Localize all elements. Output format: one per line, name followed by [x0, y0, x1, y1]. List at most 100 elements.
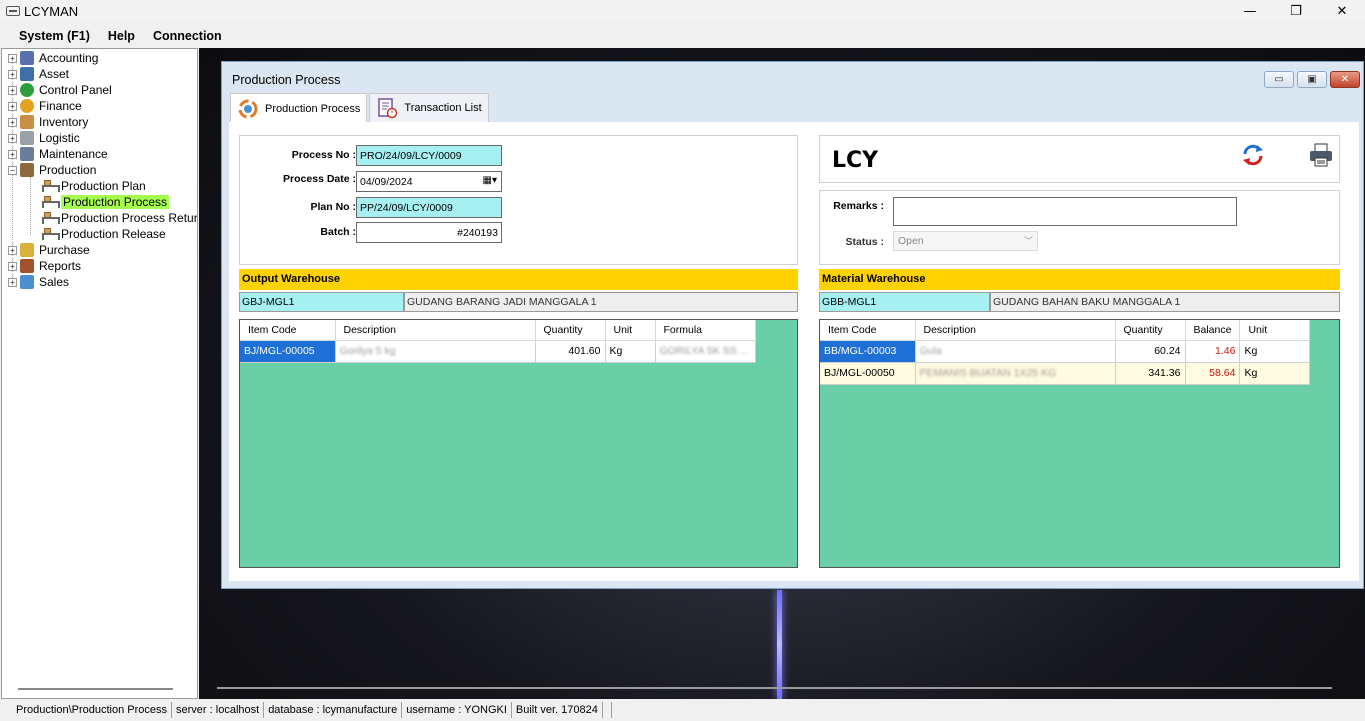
finance-icon	[20, 99, 34, 113]
quantity-cell[interactable]: 60.24	[1115, 340, 1186, 363]
tree-item-reports[interactable]: + Reports	[8, 258, 81, 274]
expand-icon[interactable]: +	[8, 101, 17, 111]
menu-system[interactable]: System (F1)	[19, 29, 90, 43]
mdi-horizontal-scrollbar[interactable]	[217, 687, 1332, 689]
balance-cell[interactable]: 58.64	[1185, 362, 1241, 385]
tree-item-production-process[interactable]: Production Process	[42, 194, 170, 210]
unit-cell[interactable]: Kg	[1239, 340, 1311, 363]
description-cell[interactable]: Gula	[915, 340, 1116, 363]
output-warehouse-code[interactable]: GBJ-MGL1	[239, 292, 404, 312]
calendar-dropdown-icon[interactable]: ▦▾	[483, 175, 497, 186]
column-header[interactable]: Quantity	[535, 320, 606, 341]
formula-cell[interactable]: GORILYA 5K SS ...	[655, 340, 756, 363]
tree-item-inventory[interactable]: + Inventory	[8, 114, 88, 130]
column-header[interactable]: Item Code	[820, 320, 916, 341]
process-date-picker[interactable]: 04/09/2024 ▦▾	[356, 171, 502, 192]
status-build: Built ver. 170824	[512, 702, 603, 718]
quantity-cell[interactable]: 341.36	[1115, 362, 1186, 385]
production-process-icon	[42, 195, 60, 209]
tree-item-asset[interactable]: + Asset	[8, 66, 69, 82]
item-code-cell[interactable]: BB/MGL-00003	[820, 340, 916, 363]
tree-item-production-plan[interactable]: Production Plan	[42, 178, 146, 194]
description-cell[interactable]: Gorilya 5 kg	[335, 340, 536, 363]
material-warehouse-code[interactable]: GBB-MGL1	[819, 292, 990, 312]
title-bar: LCYMAN — ❐ ✕	[0, 0, 1365, 22]
child-maximize-button[interactable]: ▣	[1297, 71, 1327, 88]
menu-help[interactable]: Help	[108, 29, 135, 43]
tree-item-production-release[interactable]: Production Release	[42, 226, 166, 242]
tree-item-finance[interactable]: + Finance	[8, 98, 82, 114]
tree-connector	[30, 177, 31, 235]
item-code-cell[interactable]: BJ/MGL-00050	[820, 362, 916, 385]
expand-icon[interactable]: +	[8, 133, 17, 143]
tree-item-production-process-return[interactable]: Production Process Return	[42, 210, 197, 226]
expand-icon[interactable]: +	[8, 277, 17, 287]
logistic-icon	[20, 131, 34, 145]
tree-item-control-panel[interactable]: + Control Panel	[8, 82, 112, 98]
expand-icon[interactable]: +	[8, 245, 17, 255]
material-warehouse-name[interactable]: GUDANG BAHAN BAKU MANGGALA 1	[990, 292, 1340, 312]
column-header[interactable]: Description	[335, 320, 536, 341]
print-icon[interactable]	[1308, 142, 1334, 171]
expand-icon[interactable]: +	[8, 261, 17, 271]
tree-item-production[interactable]: − Production	[8, 162, 96, 178]
output-warehouse-name[interactable]: GUDANG BARANG JADI MANGGALA 1	[404, 292, 798, 312]
column-header[interactable]: Formula	[655, 320, 756, 341]
plan-no-field[interactable]: PP/24/09/LCY/0009	[356, 197, 502, 218]
tree-item-sales[interactable]: + Sales	[8, 274, 69, 290]
table-row[interactable]: BJ/MGL-00005 Gorilya 5 kg 401.60 Kg GORI…	[240, 340, 756, 363]
column-header[interactable]: Item Code	[240, 320, 336, 341]
child-close-button[interactable]: ✕	[1330, 71, 1360, 88]
quantity-cell[interactable]: 401.60	[535, 340, 606, 363]
column-header[interactable]: Description	[915, 320, 1116, 341]
description-text: PEMANIS BUATAN 1X25 KG	[919, 367, 1057, 379]
expand-icon[interactable]: +	[8, 85, 17, 95]
collapse-icon[interactable]: −	[8, 165, 17, 175]
table-row[interactable]: BB/MGL-00003 Gula 60.24 1.46 Kg	[820, 340, 1311, 363]
tree-item-label: Accounting	[39, 51, 99, 65]
output-items-grid[interactable]: Item Code Description Quantity Unit Form…	[239, 319, 798, 568]
unit-cell[interactable]: Kg	[605, 340, 656, 363]
menu-connection[interactable]: Connection	[153, 29, 222, 43]
column-header[interactable]: Unit	[1239, 320, 1311, 341]
tree-horizontal-scrollbar[interactable]	[18, 688, 173, 690]
refresh-icon[interactable]	[1240, 142, 1266, 171]
minimize-button[interactable]: —	[1227, 0, 1273, 22]
tree-item-label: Purchase	[39, 243, 90, 257]
status-select[interactable]: Open ﹀	[893, 231, 1038, 251]
tab-production-process[interactable]: Production Process	[230, 93, 368, 124]
description-text: Gula	[919, 345, 942, 357]
expand-icon[interactable]: +	[8, 53, 17, 63]
tab-transaction-list[interactable]: Transaction List	[369, 93, 489, 122]
window-controls: — ❐ ✕	[1227, 0, 1365, 22]
item-code-cell[interactable]: BJ/MGL-00005	[240, 340, 336, 363]
restore-button[interactable]: ❐	[1273, 0, 1319, 22]
process-header-panel: Process No : PRO/24/09/LCY/0009 Process …	[239, 135, 798, 265]
expand-icon[interactable]: +	[8, 117, 17, 127]
process-no-field[interactable]: PRO/24/09/LCY/0009	[356, 145, 502, 166]
close-button[interactable]: ✕	[1319, 0, 1365, 22]
remarks-panel: Remarks : Status : Open ﹀	[819, 190, 1340, 265]
status-server: server : localhost	[172, 702, 265, 718]
output-items-table: Item Code Description Quantity Unit Form…	[240, 320, 756, 363]
table-row[interactable]: BJ/MGL-00050 PEMANIS BUATAN 1X25 KG 341.…	[820, 362, 1311, 385]
description-cell[interactable]: PEMANIS BUATAN 1X25 KG	[915, 362, 1116, 385]
expand-icon[interactable]: +	[8, 149, 17, 159]
batch-field[interactable]: #240193	[356, 222, 502, 243]
tree-item-logistic[interactable]: + Logistic	[8, 130, 80, 146]
child-minimize-button[interactable]: ▭	[1264, 71, 1294, 88]
unit-cell[interactable]: Kg	[1239, 362, 1311, 385]
production-release-icon	[42, 227, 60, 241]
balance-cell[interactable]: 1.46	[1185, 340, 1241, 363]
remarks-input[interactable]	[893, 197, 1237, 226]
column-header[interactable]: Quantity	[1115, 320, 1186, 341]
tree-item-maintenance[interactable]: + Maintenance	[8, 146, 108, 162]
accounting-icon	[20, 51, 34, 65]
tree-item-accounting[interactable]: + Accounting	[8, 50, 98, 66]
tab-label: Transaction List	[404, 102, 482, 114]
column-header[interactable]: Unit	[605, 320, 656, 341]
expand-icon[interactable]: +	[8, 69, 17, 79]
column-header[interactable]: Balance	[1185, 320, 1241, 341]
tree-item-purchase[interactable]: + Purchase	[8, 242, 90, 258]
material-items-grid[interactable]: Item Code Description Quantity Balance U…	[819, 319, 1340, 568]
